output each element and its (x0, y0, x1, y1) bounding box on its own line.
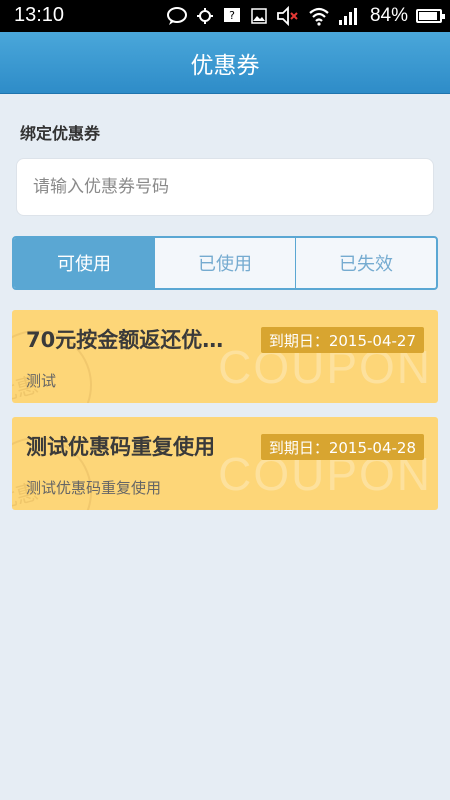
coupon-expire-badge: 到期日：2015-04-27 (260, 327, 424, 353)
wifi-icon (308, 6, 330, 26)
coupon-card[interactable]: 优惠 COUPON 70元按金额返还优惠券 到期日：2015-04-27 测试 (12, 310, 438, 403)
tab-used[interactable]: 已使用 (155, 238, 296, 288)
chat-bubble-icon (166, 6, 188, 26)
coupon-tabs: 可使用 已使用 已失效 (12, 236, 438, 290)
svg-text:?: ? (229, 9, 235, 22)
status-icons: ? 84% (166, 4, 445, 28)
coupon-card[interactable]: 优惠 COUPON 测试优惠码重复使用 到期日：2015-04-28 测试优惠码… (12, 417, 438, 510)
tab-available[interactable]: 可使用 (14, 238, 155, 288)
bind-coupon-title: 绑定优惠券 (20, 124, 101, 143)
status-time: 13:10 (14, 4, 65, 26)
coupon-code-input[interactable] (16, 158, 434, 216)
coupon-expire-badge: 到期日：2015-04-28 (260, 434, 424, 460)
battery-icon (416, 9, 445, 23)
page-title: 优惠券 (190, 52, 260, 79)
status-bar: 13:10 ? 84% (0, 0, 450, 32)
mute-icon (276, 5, 300, 27)
coupon-description: 测试 (26, 372, 57, 390)
signal-icon (338, 6, 360, 26)
header: 优惠券 (0, 32, 450, 94)
coupon-title: 70元按金额返还优惠券 (26, 328, 241, 352)
coupon-description: 测试优惠码重复使用 (26, 479, 162, 497)
tab-expired[interactable]: 已失效 (296, 238, 436, 288)
target-icon (196, 7, 214, 25)
coupon-title: 测试优惠码重复使用 (26, 435, 215, 459)
sim-icon: ? (222, 6, 242, 26)
image-icon (250, 7, 268, 25)
battery-percent: 84% (369, 5, 408, 26)
